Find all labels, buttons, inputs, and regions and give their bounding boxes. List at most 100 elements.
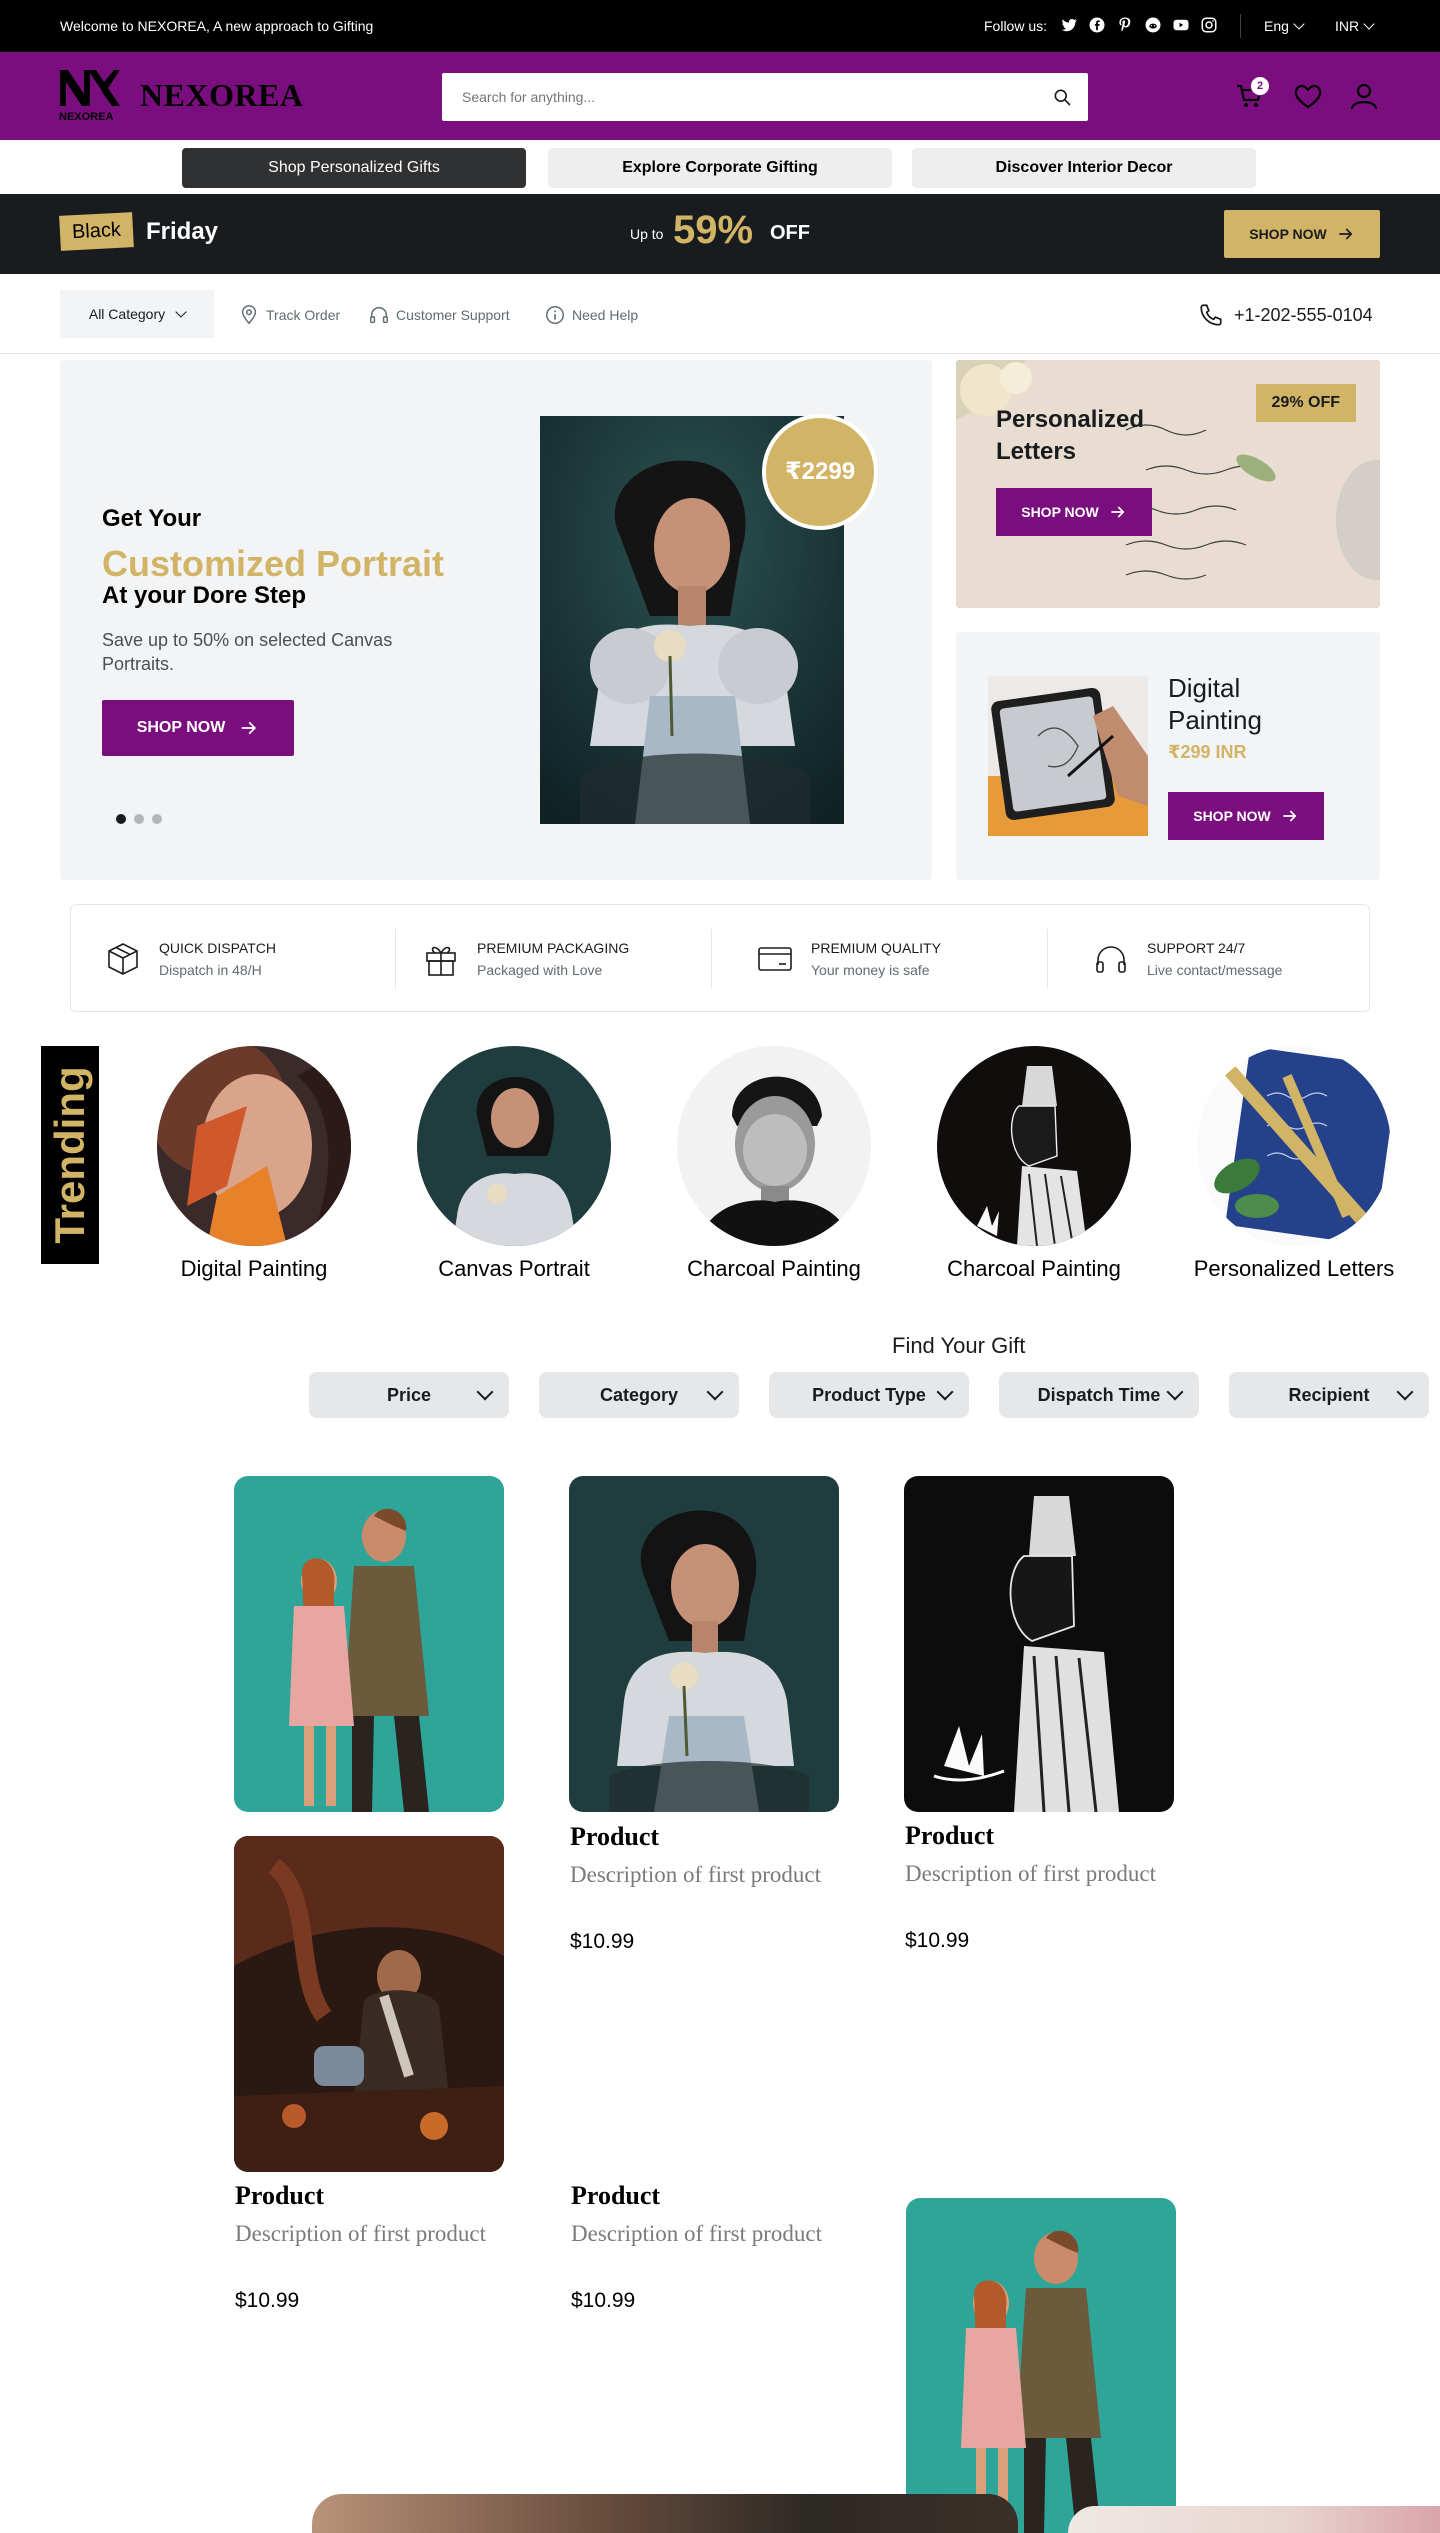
product-price: $10.99 [905,1929,970,1952]
need-help-link[interactable]: Need Help [544,304,638,326]
letters-title: Personalized Letters [996,406,1145,465]
wishlist-heart-icon[interactable] [1292,80,1324,112]
feature-title: PREMIUM QUALITY [811,940,941,956]
currency-select[interactable]: INR [1335,18,1375,34]
chevron-down-icon [1396,1383,1414,1401]
feature-title: QUICK DISPATCH [159,940,276,956]
product-price: $10.99 [235,2289,300,2312]
personalized-letters-card[interactable]: Personalized Letters 29% OFF SHOP NOW [956,360,1380,608]
twitter-icon[interactable] [1060,16,1078,34]
logo-subtext: NEXOREA [59,111,113,122]
product-image[interactable] [569,1476,839,1812]
trending-item-personalized-letters[interactable]: Personalized Letters [1184,1046,1404,1282]
filter-label: Category [599,1384,679,1405]
product-name[interactable]: Product [235,2181,324,2211]
hero-shop-now-button[interactable]: SHOP NOW [102,700,294,756]
facebook-icon[interactable] [1088,16,1106,34]
chevron-down-icon [476,1383,494,1401]
location-pin-icon [241,305,257,325]
feature-title: PREMIUM PACKAGING [477,940,630,956]
black-friday-banner: Black Friday Up to 59% OFF SHOP NOW [0,194,1440,274]
instagram-icon[interactable] [1200,16,1218,34]
promo-shop-now-button[interactable]: SHOP NOW [1224,210,1380,258]
search-icon[interactable] [1052,87,1072,107]
trending-item-label: Canvas Portrait [438,1256,590,1281]
feature-divider [395,929,396,989]
slide-dot[interactable] [116,814,126,824]
slide-dot[interactable] [152,814,162,824]
slide-dot[interactable] [134,814,144,824]
chevron-down-icon [706,1383,724,1401]
filter-product-type[interactable]: Product Type [769,1372,969,1418]
trending-item-image [417,1046,611,1246]
letters-shop-now-button[interactable]: SHOP NOW [996,488,1152,536]
arrow-right-icon [1110,506,1124,518]
filter-dispatch-time[interactable]: Dispatch Time [999,1372,1199,1418]
filter-price[interactable]: Price [309,1372,509,1418]
language-select[interactable]: Eng [1264,18,1305,34]
filter-recipient[interactable]: Recipient [1229,1372,1429,1418]
digital-painting-title: Digital Painting [1168,673,1262,735]
digital-shop-now-label: SHOP NOW [1193,808,1271,824]
product-image[interactable] [904,1476,1174,1812]
customer-support-link[interactable]: Customer Support [368,304,510,326]
brand-name[interactable]: NEXOREA [140,77,304,114]
bottom-banner-image [312,2494,1018,2533]
follow-label: Follow us: [984,18,1048,34]
hero-slide-dots [116,814,162,824]
trending-item-charcoal-painting[interactable]: Charcoal Painting [664,1046,884,1282]
reddit-icon[interactable] [1144,16,1162,34]
user-account-icon[interactable] [1348,80,1380,112]
trending-label: Trending [46,1066,93,1244]
promo-shop-now-label: SHOP NOW [1249,226,1327,242]
letters-discount-badge: 29% OFF [1255,384,1356,422]
feature-support: SUPPORT 24/7 Live contact/message [1091,935,1282,983]
filter-label: Dispatch Time [1037,1384,1161,1405]
promo-up-to: Up to [630,226,664,242]
all-category-dropdown[interactable]: All Category [60,290,214,338]
product-name[interactable]: Product [570,1822,659,1852]
chevron-down-icon [936,1383,954,1401]
trending-item-charcoal-painting-2[interactable]: Charcoal Painting [924,1046,1144,1282]
hero-line3: At your Dore Step [102,582,307,609]
feature-subtitle: Live contact/message [1147,962,1283,978]
hero-price-badge: ₹2299 [762,414,878,530]
letters-shop-now-label: SHOP NOW [1021,504,1099,520]
trending-item-digital-painting[interactable]: Digital Painting [144,1046,364,1282]
trending-item-image [677,1046,871,1246]
info-icon [546,306,564,324]
tab-personalized-gifts[interactable]: Shop Personalized Gifts [182,148,526,188]
digital-shop-now-button[interactable]: SHOP NOW [1168,792,1324,840]
tab-interior-decor[interactable]: Discover Interior Decor [912,148,1256,188]
phone-icon [1200,304,1222,326]
product-price: $10.99 [570,1930,635,1953]
welcome-text: Welcome to NEXOREA, A new approach to Gi… [60,18,374,34]
trending-item-label: Digital Painting [180,1256,328,1281]
track-order-link[interactable]: Track Order [238,304,340,326]
tab-corporate-gifting[interactable]: Explore Corporate Gifting [548,148,892,188]
trending-item-image [157,1046,351,1246]
brand-logo[interactable]: NEXOREA [58,68,120,123]
search-input[interactable] [442,73,1042,121]
product-image[interactable] [906,2198,1176,2533]
product-name[interactable]: Product [571,2181,660,2211]
phone-contact[interactable]: +1-202-555-0104 [1198,302,1373,328]
trending-item-canvas-portrait[interactable]: Canvas Portrait [404,1046,624,1282]
chevron-down-icon [1363,18,1375,30]
filter-category[interactable]: Category [539,1372,739,1418]
youtube-icon[interactable] [1172,16,1190,34]
pinterest-icon[interactable] [1116,16,1134,34]
product-image[interactable] [234,1476,504,1812]
feature-title: SUPPORT 24/7 [1147,940,1246,956]
product-name[interactable]: Product [905,1821,994,1851]
feature-quick-dispatch: QUICK DISPATCH Dispatch in 48/H [103,935,276,983]
trending-item-image [937,1046,1131,1246]
hero-shop-now-label: SHOP NOW [136,719,226,736]
product-description: Description of first product [571,2221,823,2246]
feature-premium-packaging: PREMIUM PACKAGING Packaged with Love [421,935,629,983]
digital-painting-card[interactable]: Digital Painting ₹299 INR SHOP NOW [956,632,1380,880]
hero-line1: Get Your [102,505,202,532]
find-gift-title: Find Your Gift [892,1333,1026,1358]
product-description: Description of first product [905,1861,1157,1886]
product-image[interactable] [234,1836,504,2172]
